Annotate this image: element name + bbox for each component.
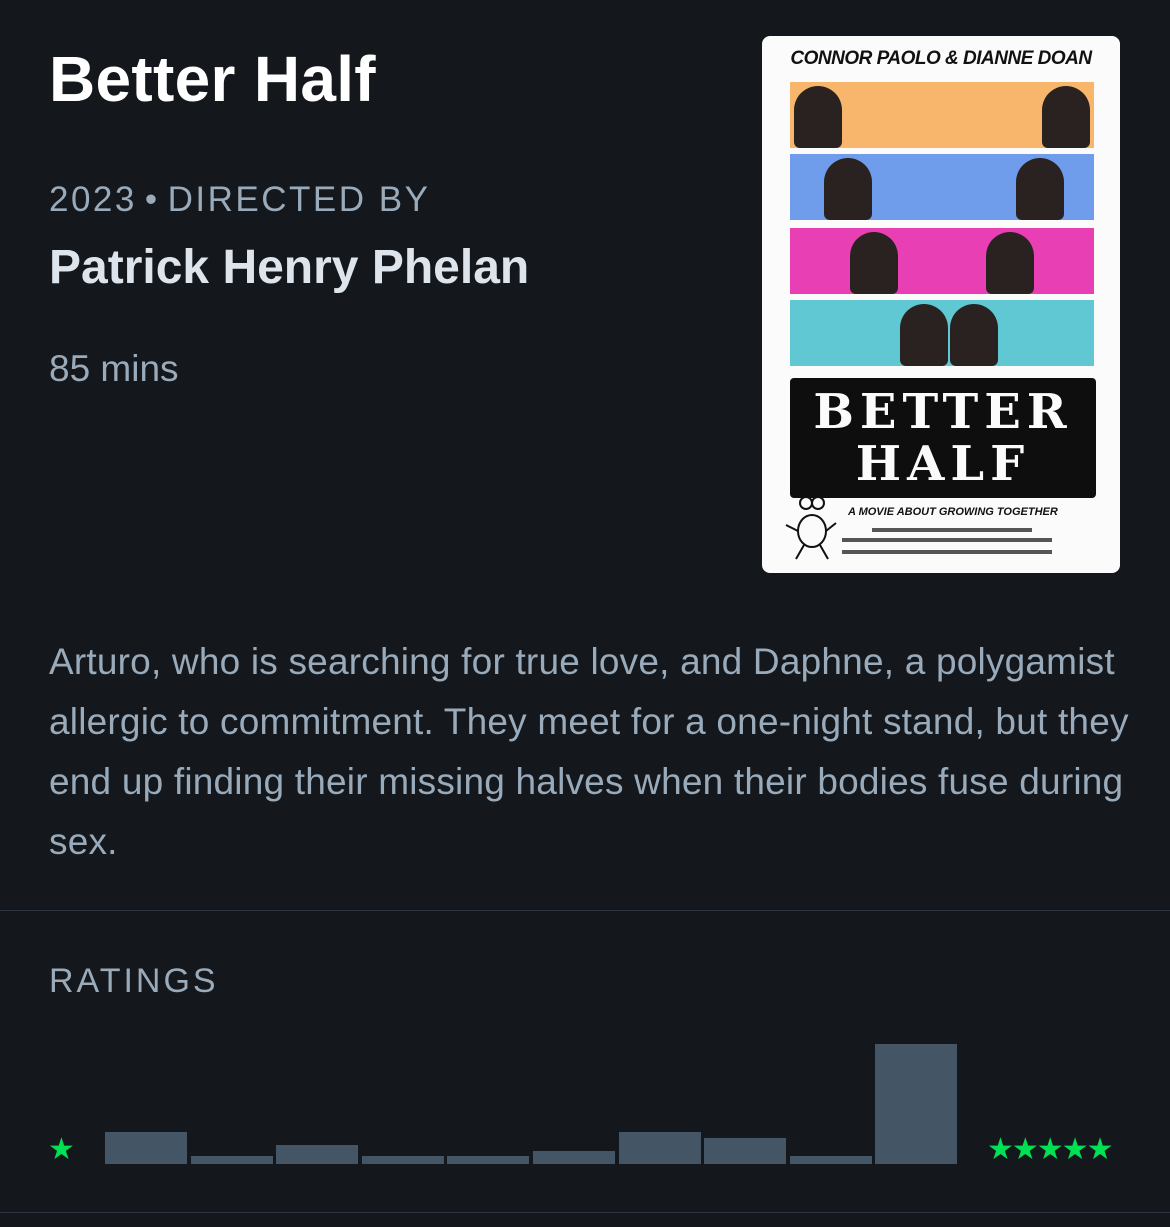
histogram-bar[interactable] — [704, 1138, 787, 1164]
actor-face — [950, 304, 998, 366]
ratings-heading: RATINGS — [49, 962, 219, 1000]
poster-title-block: BETTER HALF — [790, 378, 1096, 498]
release-year[interactable]: 2023 — [49, 180, 137, 219]
synopsis: Arturo, who is searching for true love, … — [49, 641, 1129, 862]
actor-face — [1016, 158, 1064, 220]
poster-credits — [842, 538, 1052, 542]
histogram-bar[interactable] — [276, 1145, 359, 1164]
actor-face — [850, 232, 898, 294]
histogram-bar[interactable] — [361, 1156, 444, 1164]
histogram-bar[interactable] — [618, 1132, 701, 1164]
director-name[interactable]: Patrick Henry Phelan — [49, 240, 529, 295]
histogram-bar[interactable] — [105, 1132, 187, 1164]
runtime: 85 mins — [49, 348, 179, 389]
actor-face — [986, 232, 1034, 294]
histogram-bar[interactable] — [447, 1156, 530, 1164]
directed-by-label: DIRECTED BY — [167, 180, 431, 219]
section-divider — [0, 910, 1170, 911]
mascot-icon — [785, 496, 837, 560]
actor-face — [794, 86, 842, 148]
poster-stripe — [790, 228, 1094, 294]
film-title: Better Half — [49, 43, 376, 115]
poster-stripe — [790, 154, 1094, 220]
poster-tagline: A MOVIE ABOUT GROWING TOGETHER — [848, 506, 1058, 518]
poster-title-line: BETTER — [813, 384, 1073, 440]
poster-stripe — [790, 300, 1094, 366]
actor-face — [1042, 86, 1090, 148]
actor-face — [824, 158, 872, 220]
film-poster[interactable]: CONNOR PAOLO & DIANNE DOAN BETTER HALF A… — [762, 36, 1120, 573]
poster-credits — [872, 528, 1032, 532]
ratings-histogram: ★ ★★★★★ — [0, 1000, 1170, 1170]
histogram-bar[interactable] — [533, 1151, 615, 1164]
histogram-bar[interactable] — [789, 1156, 872, 1164]
section-divider — [0, 1212, 1170, 1213]
single-star-icon: ★ — [48, 1133, 75, 1166]
histogram-bar[interactable] — [190, 1156, 273, 1164]
poster-title-line: HALF — [855, 436, 1031, 492]
poster-credits — [842, 550, 1052, 554]
actor-face — [900, 304, 948, 366]
histogram-bar[interactable] — [875, 1044, 958, 1164]
poster-billing: CONNOR PAOLO & DIANNE DOAN — [790, 48, 1092, 69]
poster-stripe — [790, 82, 1094, 148]
film-meta: 2023 • DIRECTED BY — [49, 180, 430, 220]
five-stars-icon: ★★★★★ — [987, 1133, 1113, 1166]
separator-dot: • — [144, 180, 160, 219]
